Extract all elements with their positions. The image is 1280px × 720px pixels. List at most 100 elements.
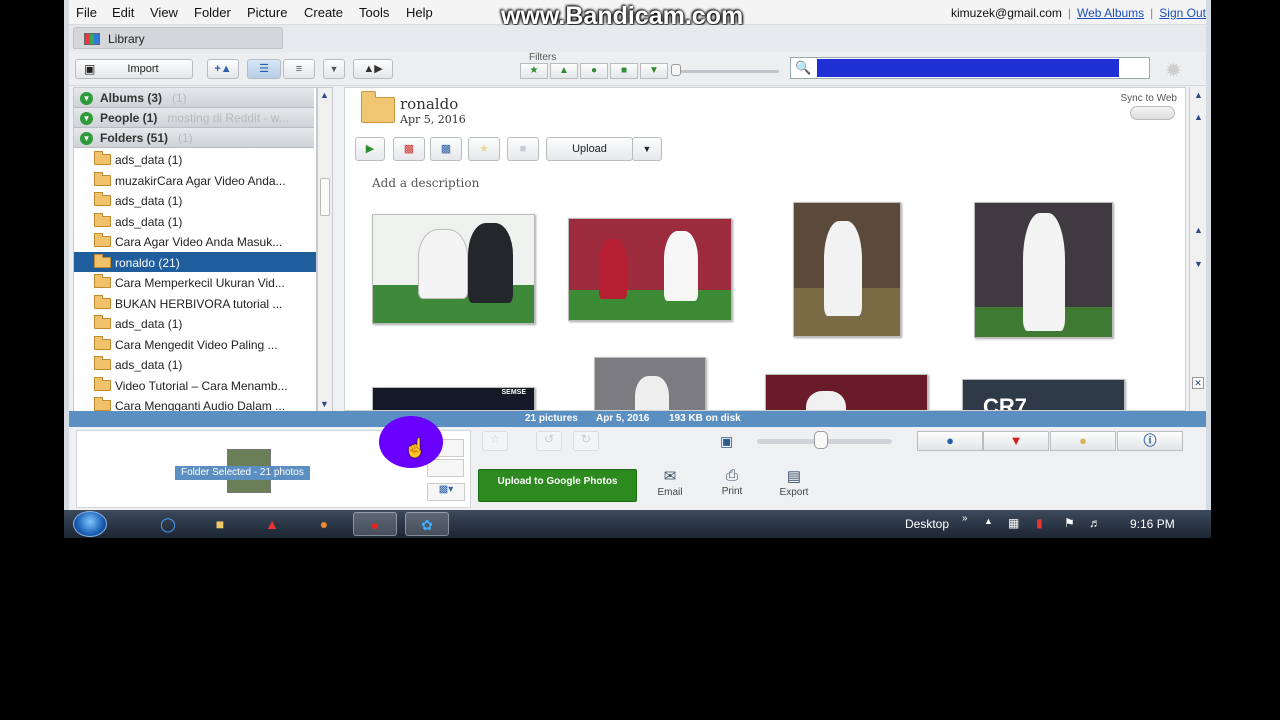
filter-uploaded-button[interactable]: ▲ — [550, 63, 578, 79]
places-button[interactable]: ▼ — [983, 431, 1049, 451]
search-box[interactable]: 🔍 — [790, 57, 1150, 79]
folder-item[interactable]: ads_data (1) — [74, 211, 316, 231]
scroll-up-icon[interactable]: ▲ — [1194, 112, 1203, 122]
scroll-up-icon[interactable]: ▲ — [1194, 225, 1203, 235]
close-icon[interactable]: ✕ — [1192, 377, 1204, 389]
photo-thumbnail[interactable] — [372, 214, 535, 324]
upload-button[interactable]: Upload — [546, 137, 633, 161]
collage-button[interactable]: ▩ — [393, 137, 425, 161]
menu-help[interactable]: Help — [406, 5, 433, 20]
export-button[interactable]: ▤ Export — [770, 467, 818, 498]
menu-edit[interactable]: Edit — [112, 5, 134, 20]
print-button[interactable]: ⎙ Print — [708, 467, 756, 497]
action-center-flag-icon[interactable]: ⚑ — [1064, 516, 1075, 530]
star-button[interactable]: ★ — [468, 137, 500, 161]
taskbar-file-explorer[interactable]: ■ — [198, 512, 242, 536]
sidebar-scrollbar[interactable]: ▲ ▼ — [317, 87, 333, 412]
photo-thumbnail[interactable] — [974, 202, 1113, 338]
sync-toggle[interactable] — [1130, 106, 1175, 120]
folder-item[interactable]: Cara Memperkecil Ukuran Vid... — [74, 272, 316, 292]
email-button[interactable]: ✉ Email — [646, 467, 694, 498]
menu-picture[interactable]: Picture — [247, 5, 287, 20]
folder-item[interactable]: ads_data (1) — [74, 313, 316, 333]
account-email: kimuzek@gmail.com — [951, 6, 1062, 20]
add-to-album-button[interactable]: +▲ — [207, 59, 239, 79]
filter-date-slider[interactable] — [674, 70, 779, 73]
people-button[interactable]: ● — [917, 431, 983, 451]
add-to-album-dropdown[interactable]: ▩▾ — [427, 483, 465, 501]
start-button[interactable] — [69, 510, 111, 538]
web-albums-link[interactable]: Web Albums — [1077, 6, 1144, 20]
taskbar-app-red[interactable]: ▲ — [250, 512, 294, 536]
folder-item[interactable]: Cara Agar Video Anda Masuk... — [74, 231, 316, 251]
folder-item[interactable]: ads_data (1) — [74, 149, 316, 169]
menu-create[interactable]: Create — [304, 5, 343, 20]
scroll-down-icon[interactable]: ▼ — [320, 399, 329, 409]
taskbar-clock[interactable]: 9:16 PM — [1130, 517, 1175, 531]
filter-geotag-button[interactable]: ▼ — [640, 63, 668, 79]
filter-movies-button[interactable]: ■ — [610, 63, 638, 79]
play-slideshow-button[interactable]: ▶ — [355, 137, 385, 161]
menu-view[interactable]: View — [150, 5, 178, 20]
upload-dropdown-button[interactable]: ▼ — [632, 137, 662, 161]
rotate-right-button[interactable]: ↻ — [573, 431, 599, 451]
network-signal-icon[interactable]: ▮ — [1036, 516, 1043, 530]
rotate-left-button[interactable]: ↺ — [536, 431, 562, 451]
share-button[interactable]: ▲▶ — [353, 59, 393, 79]
clear-button[interactable] — [427, 459, 464, 477]
scroll-up-icon[interactable]: ▲ — [1194, 90, 1203, 100]
menu-folder[interactable]: Folder — [194, 5, 231, 20]
photo-thumbnail[interactable] — [793, 202, 901, 337]
photo-thumbnail[interactable]: CR7 — [962, 379, 1125, 410]
upload-to-google-photos-button[interactable]: Upload to Google Photos — [478, 469, 637, 502]
view-dropdown-button[interactable]: ▼ — [323, 59, 345, 79]
filter-people-button[interactable]: ● — [580, 63, 608, 79]
movie-button[interactable]: ▩ — [430, 137, 462, 161]
list-view-button[interactable]: ☰ — [247, 59, 281, 79]
photo-thumbnail[interactable] — [568, 218, 732, 321]
section-folders[interactable]: ▼ Folders (51) (1) — [74, 128, 314, 148]
menu-tools[interactable]: Tools — [359, 5, 389, 20]
taskbar-bandicam[interactable]: ● — [353, 512, 397, 536]
folder-item[interactable]: Video Tutorial – Cara Menamb... — [74, 375, 316, 395]
section-people[interactable]: ▼ People (1) mosting di Reddit - w... — [74, 108, 314, 128]
taskbar-picasa[interactable]: ✿ — [405, 512, 449, 536]
filter-starred-button[interactable]: ★ — [520, 63, 548, 79]
tree-view-button[interactable]: ≡ — [283, 59, 315, 79]
sign-out-link[interactable]: Sign Out — [1159, 6, 1206, 20]
photo-thumbnail[interactable]: SEMSE — [372, 387, 535, 410]
folder-item-selected[interactable]: ronaldo (21) — [74, 252, 316, 272]
taskbar-firefox[interactable]: ● — [302, 512, 346, 536]
scroll-up-icon[interactable]: ▲ — [320, 90, 329, 100]
search-input[interactable] — [817, 59, 1119, 77]
photo-thumbnail[interactable] — [594, 357, 706, 410]
photo-scrollbar[interactable]: ▲ ▲ ▲ ▼ ✕ — [1189, 87, 1206, 411]
expand-toolbar-icon[interactable]: » — [962, 513, 968, 524]
import-button[interactable]: ▣ Import — [75, 59, 193, 79]
folder-item[interactable]: Cara Mengganti Audio Dalam ... — [74, 395, 316, 411]
folder-item[interactable]: muzakirCara Agar Video Anda... — [74, 170, 316, 190]
folder-item[interactable]: Cara Mengedit Video Paling ... — [74, 334, 316, 354]
show-hidden-icons[interactable]: ▲ — [984, 516, 993, 526]
volume-icon[interactable]: ♬ — [1089, 516, 1101, 530]
record-icon: ● — [370, 517, 380, 533]
save-button[interactable]: ■ — [507, 137, 539, 161]
device-icon[interactable]: ▦ — [1008, 516, 1019, 530]
star-button[interactable]: ☆ — [482, 431, 508, 451]
tags-button[interactable]: ● — [1050, 431, 1116, 451]
scroll-down-icon[interactable]: ▼ — [1194, 259, 1203, 269]
photo-thumbnail[interactable] — [765, 374, 928, 410]
taskbar-internet-explorer[interactable]: ◯ — [146, 512, 190, 536]
folder-item[interactable]: BUKAN HERBIVORA tutorial ... — [74, 293, 316, 313]
desktop-toolbar-label[interactable]: Desktop — [905, 517, 949, 531]
filter-slider-handle[interactable] — [671, 64, 681, 76]
section-albums[interactable]: ▼ Albums (3) (1) — [74, 88, 314, 108]
menu-file[interactable]: File — [76, 5, 97, 20]
album-description[interactable]: Add a description — [372, 176, 479, 190]
scrollbar-thumb[interactable] — [320, 178, 330, 216]
folder-item[interactable]: ads_data (1) — [74, 354, 316, 374]
properties-button[interactable]: ⓘ — [1117, 431, 1183, 451]
zoom-slider-handle[interactable] — [814, 431, 828, 449]
tab-library[interactable]: Library — [73, 27, 283, 49]
folder-item[interactable]: ads_data (1) — [74, 190, 316, 210]
